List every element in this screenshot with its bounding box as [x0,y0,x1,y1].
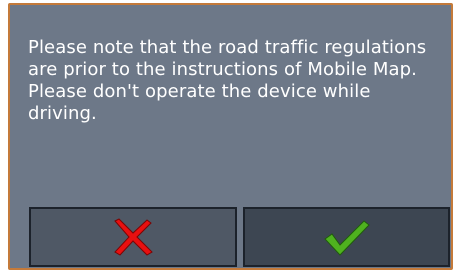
cancel-button[interactable] [29,207,237,267]
warning-dialog: Please note that the road traffic regula… [8,3,453,270]
confirm-button[interactable] [243,207,450,267]
red-x-icon [111,217,155,257]
green-checkmark-icon [322,217,372,257]
warning-message: Please note that the road traffic regula… [28,37,427,124]
